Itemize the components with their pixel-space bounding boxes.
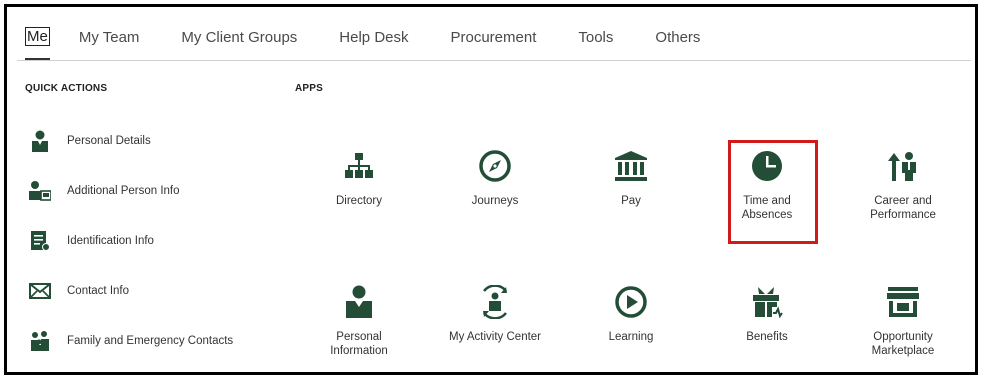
app-label: Journeys (471, 195, 519, 207)
gift-icon (712, 280, 822, 324)
quick-action-personal-details[interactable]: Personal Details (29, 130, 151, 152)
app-label: Personal Information (330, 331, 388, 357)
app-career-and-performance[interactable]: Career and Performance (848, 144, 958, 222)
app-label: My Activity Center (448, 331, 542, 343)
tab-me[interactable]: Me (25, 14, 50, 60)
app-benefits[interactable]: Benefits (712, 280, 822, 344)
highlight-box (728, 140, 818, 244)
store-icon (848, 280, 958, 324)
app-learning[interactable]: Learning (576, 280, 686, 344)
quick-action-additional-person-info[interactable]: Additional Person Info (29, 180, 180, 202)
quick-actions-title: QUICK ACTIONS (25, 83, 108, 94)
app-directory[interactable]: Directory (304, 144, 414, 208)
compass-icon (440, 144, 550, 188)
app-label: Career and Performance (870, 195, 936, 221)
person-icon (304, 280, 414, 324)
envelope-icon (29, 280, 51, 302)
play-icon (576, 280, 686, 324)
app-label: Directory (335, 195, 382, 207)
family-icon (29, 330, 51, 352)
top-nav-tabs: Me My Team My Client Groups Help Desk Pr… (17, 14, 971, 61)
activity-icon (440, 280, 550, 324)
app-frame: Me My Team My Client Groups Help Desk Pr… (4, 4, 978, 375)
tab-my-team[interactable]: My Team (79, 14, 140, 60)
person-card-icon (29, 180, 51, 202)
quick-action-identification-info[interactable]: Identification Info (29, 230, 154, 252)
org-chart-icon (304, 144, 414, 188)
tab-tools[interactable]: Tools (578, 14, 613, 60)
app-pay[interactable]: Pay (576, 144, 686, 208)
quick-action-contact-info[interactable]: Contact Info (29, 280, 129, 302)
person-icon (29, 130, 51, 152)
id-document-icon (29, 230, 51, 252)
app-label: Opportunity Marketplace (871, 331, 935, 357)
app-my-activity-center[interactable]: My Activity Center (440, 280, 550, 344)
tab-procurement[interactable]: Procurement (451, 14, 537, 60)
tab-others[interactable]: Others (655, 14, 700, 60)
app-journeys[interactable]: Journeys (440, 144, 550, 208)
tab-my-client-groups[interactable]: My Client Groups (181, 14, 297, 60)
app-label: Benefits (746, 331, 788, 343)
bank-icon (576, 144, 686, 188)
app-label: Pay (621, 195, 641, 207)
quick-action-family-emergency-contacts[interactable]: Family and Emergency Contacts (29, 330, 233, 352)
apps-title: APPS (295, 83, 324, 94)
career-icon (848, 144, 958, 188)
app-opportunity-marketplace[interactable]: Opportunity Marketplace (848, 280, 958, 358)
tab-help-desk[interactable]: Help Desk (339, 14, 408, 60)
app-label: Learning (608, 331, 654, 343)
app-personal-information[interactable]: Personal Information (304, 280, 414, 358)
